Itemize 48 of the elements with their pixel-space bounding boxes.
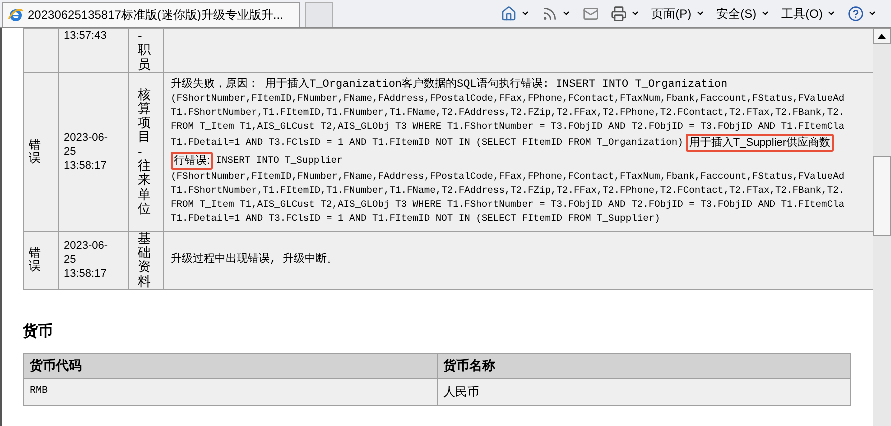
highlighted-text: 用于插入T_Supplier供应商数 <box>686 134 834 152</box>
table-cell: 核算项目-往来单位 <box>128 72 164 232</box>
table-cell: 2023-06- 25 13:58:17 <box>58 231 128 290</box>
column-header: 货币名称 <box>437 353 850 378</box>
message-text: T1.FDetail=1 AND T3.FClsID = 1 AND T1.FItemID NOT IN (SELECT FItemID FROM T_Organization) <box>171 136 684 150</box>
message-text: INSERT INTO T_Supplier <box>216 154 343 168</box>
mail-icon[interactable] <box>582 6 599 22</box>
caret-icon[interactable] <box>562 9 571 18</box>
message-text: (FShortNumber,FItemID,FNumber,FName,FAddress,FPostalCode,FFax,FPhone,FContact,FTaxNum,Fbank,Faccount,FStatus,FValueAd <box>171 170 845 184</box>
scroll-up-button[interactable] <box>873 28 891 44</box>
table-cell: RMB <box>24 378 437 406</box>
message-text: 升级过程中出现错误, 升级中断。 <box>171 253 338 268</box>
table-cell: 人民币 <box>437 378 850 406</box>
scroll-thumb[interactable] <box>873 156 891 236</box>
up-arrow-icon <box>878 34 886 38</box>
scrollbar[interactable] <box>873 28 891 426</box>
caret-icon[interactable] <box>827 9 836 18</box>
table-cell: 错误 <box>24 72 58 232</box>
browser-tab[interactable]: 20230625135817标准版(迷你版)升级专业版升... <box>2 2 300 27</box>
browser-logo-icon <box>8 7 24 23</box>
print-icon[interactable] <box>610 6 627 22</box>
message-text: T1.FShortNumber,T1.FItemID,T1.FNumber,T1.FName,T2.FAddress,T2.FZip,T2.FFax,T2.FPhone,T2.FContact,T2.FTax,T2.FBank,T2. <box>171 106 845 120</box>
caret-icon[interactable] <box>760 9 770 18</box>
message-text: FROM T_Item T1,AIS_GLCust T2,AIS_GLObj T3 WHERE T1.FShortNumber = T3.FObjID AND T2.FObjID = T3.FObjID AND T1.FItemCla <box>171 198 845 212</box>
table-cell <box>24 28 58 72</box>
menu-button[interactable]: 安全(S) <box>716 4 757 22</box>
caret-icon[interactable] <box>696 9 705 18</box>
home-icon[interactable] <box>500 6 517 22</box>
section-heading: 货币 <box>23 322 53 342</box>
message-text: 升级失败，原因： 用于插入T_Organization客户数据的SQL语句执行错误: INSERT INTO T_Organization <box>171 78 728 92</box>
table-cell: 2023-06- 25 13:58:17 <box>58 72 128 232</box>
feed-icon[interactable] <box>542 6 558 22</box>
column-header: 货币代码 <box>24 353 437 378</box>
caret-icon[interactable] <box>868 9 877 18</box>
message-text: T1.FDetail=1 AND T3.FClsID = 1 AND T1.FItemID NOT IN (SELECT FItemID FROM T_Supplier) <box>171 212 660 226</box>
table-cell: -职员 <box>128 28 164 72</box>
highlighted-text: 行错误: <box>171 152 214 170</box>
table-cell: 13:57:43 <box>58 28 128 72</box>
message-text: FROM T_Item T1,AIS_GLCust T2,AIS_GLObj T3 WHERE T1.FShortNumber = T3.FObjID AND T2.FObjID = T3.FObjID AND T1.FItemCla <box>171 120 845 134</box>
menu-button[interactable]: 页面(P) <box>652 4 692 22</box>
caret-icon[interactable] <box>630 9 640 18</box>
message-text: (FShortNumber,FItemID,FNumber,FName,FAddress,FPostalCode,FFax,FPhone,FContact,FTaxNum,Fbank,Faccount,FStatus,FValueAd <box>171 92 845 106</box>
menu-button[interactable]: 工具(O) <box>782 4 823 22</box>
message-text: T1.FShortNumber,T1.FItemID,T1.FNumber,T1.FName,T2.FAddress,T2.FZip,T2.FFax,T2.FPhone,T2.FContact,T2.FTax,T2.FBank,T2. <box>171 184 845 198</box>
table-cell: 错误 <box>24 231 58 290</box>
help-icon[interactable] <box>848 6 864 22</box>
caret-icon[interactable] <box>520 9 530 18</box>
table-cell: 基础资料 <box>128 231 164 290</box>
